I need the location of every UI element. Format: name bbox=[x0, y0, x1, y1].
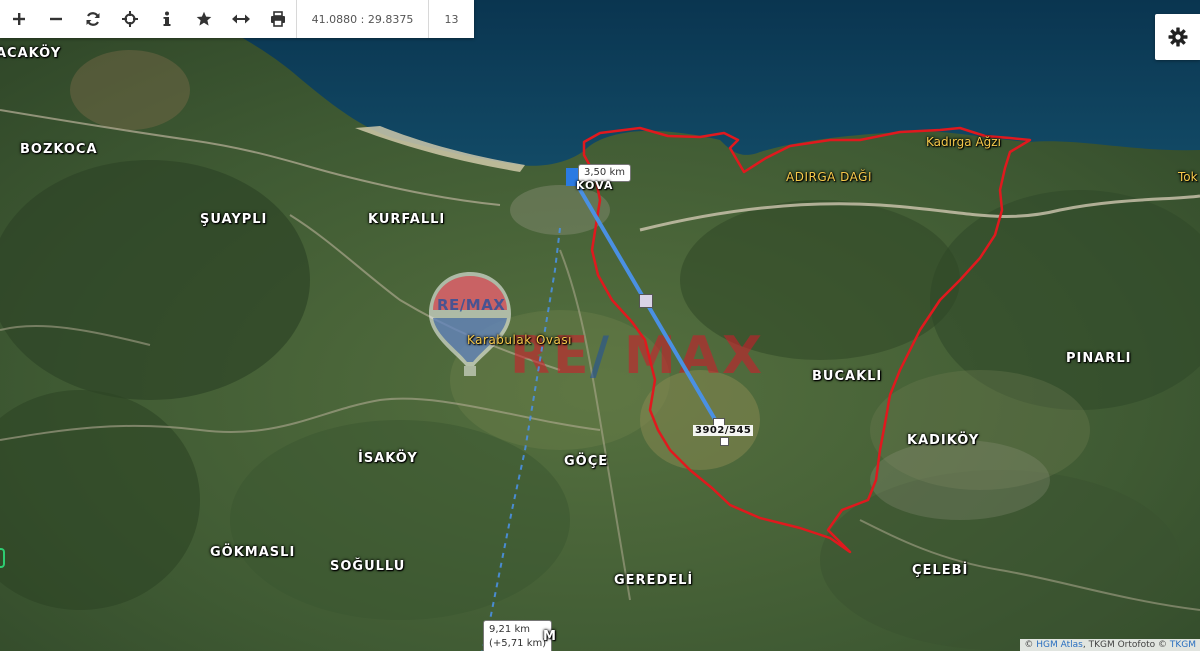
place-label-pinarli: PINARLI bbox=[1066, 351, 1132, 366]
place-label-isakoy: İSAKÖY bbox=[358, 451, 418, 466]
place-label-suaypli: ŞUAYPLI bbox=[200, 212, 268, 227]
info-button[interactable] bbox=[148, 0, 185, 38]
place-label-acakoy: ACAKÖY bbox=[0, 46, 62, 61]
attribution-link-hgm[interactable]: HGM Atlas bbox=[1036, 640, 1083, 650]
settings-button[interactable] bbox=[1155, 14, 1200, 60]
map-overlays bbox=[481, 126, 1032, 651]
zoom-in-button[interactable] bbox=[0, 0, 37, 38]
parcel-boundary bbox=[582, 126, 1032, 554]
place-label-celebi: ÇELEBİ bbox=[912, 563, 969, 578]
measure-icon bbox=[231, 14, 250, 24]
crosshair-icon bbox=[121, 11, 138, 27]
place-label-goce: GÖÇE bbox=[564, 454, 609, 469]
place-label-geredeli: GEREDELİ bbox=[614, 573, 694, 588]
place-label-sogullu: SOĞULLU bbox=[330, 559, 406, 574]
place-label-kirga: ADIRGA DAĞI bbox=[786, 170, 873, 184]
place-label-karabulak: Karabulak Ovası bbox=[467, 333, 572, 347]
zoom-out-button[interactable] bbox=[37, 0, 74, 38]
place-label-kurfalli: KURFALLI bbox=[368, 212, 446, 227]
place-label-kadikoy: KADIKÖY bbox=[907, 433, 980, 448]
measure-button[interactable] bbox=[222, 0, 259, 38]
refresh-icon bbox=[86, 12, 99, 26]
star-icon bbox=[196, 11, 211, 26]
route-distance-extra: (+5,71 km) bbox=[489, 638, 547, 649]
place-label-gokmasli: GÖKMASLI bbox=[210, 545, 296, 560]
place-label-m: M bbox=[543, 629, 557, 644]
map-toolbar: 41.0880 : 29.8375 13 bbox=[0, 0, 474, 38]
route-distance-label: 9,21 km (+5,71 km) bbox=[483, 620, 553, 651]
attribution-middle: , TKGM Ortofoto © bbox=[1082, 640, 1170, 650]
favorite-button[interactable] bbox=[185, 0, 222, 38]
measure-midpoint-handle[interactable] bbox=[639, 294, 653, 308]
place-label-tok: Tok bbox=[1178, 170, 1198, 184]
place-label-bucakli: BUCAKLI bbox=[812, 369, 883, 384]
attribution-link-tkgm[interactable]: TKGM bbox=[1170, 640, 1196, 650]
route-dashed-line bbox=[481, 227, 561, 651]
side-panel-tab[interactable] bbox=[0, 548, 5, 568]
parcel-label: 3902/545 bbox=[693, 425, 754, 436]
minus-icon bbox=[49, 17, 62, 21]
place-label-kadirga-agzi: Kadırga Ağzı bbox=[926, 135, 1001, 149]
attribution-prefix: © bbox=[1024, 640, 1037, 650]
place-label-kova: KOVA bbox=[576, 179, 614, 192]
zoom-level-display: 13 bbox=[428, 0, 474, 38]
route-distance-value: 9,21 km bbox=[489, 624, 530, 635]
locate-button[interactable] bbox=[111, 0, 148, 38]
printer-icon bbox=[270, 11, 285, 27]
print-button[interactable] bbox=[259, 0, 296, 38]
coordinates-display: 41.0880 : 29.8375 bbox=[296, 0, 428, 38]
plus-icon bbox=[12, 13, 25, 25]
refresh-button[interactable] bbox=[74, 0, 111, 38]
info-icon bbox=[163, 11, 170, 26]
gear-icon bbox=[1168, 27, 1187, 47]
map-attribution: © HGM Atlas, TKGM Ortofoto © TKGM bbox=[1020, 639, 1200, 651]
map-view[interactable]: RE/MAX RE / MAX 3,50 km 3902/545 9,21 km… bbox=[0, 0, 1200, 651]
parcel-marker-handle[interactable] bbox=[720, 437, 729, 446]
place-label-bozkoca: BOZKOCA bbox=[20, 142, 98, 157]
